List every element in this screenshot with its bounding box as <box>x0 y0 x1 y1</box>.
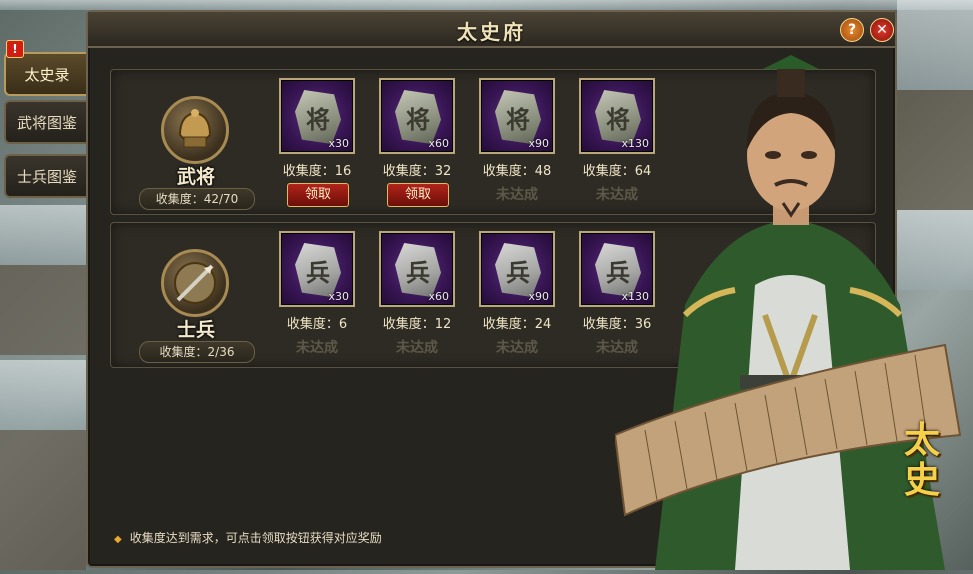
item-count: x90 <box>528 290 549 303</box>
not-achieved-label: 未达成 <box>296 340 338 356</box>
tab-general-codex[interactable]: 武将图鉴 <box>4 100 88 144</box>
help-button[interactable]: ? <box>840 18 864 42</box>
reward-item[interactable]: 将 x30 <box>279 78 355 154</box>
requirement-label: 收集度：32 <box>382 164 452 179</box>
category-name: 武将 <box>176 166 215 188</box>
requirement-label: 收集度：6 <box>286 317 348 332</box>
item-count: x90 <box>528 137 549 150</box>
reward-slot: 将 x60 收集度：32 领取 <box>375 70 475 210</box>
footer-hint: ◆ 收集度达到需求，可点击领取按钮获得对应奖励 <box>114 529 382 546</box>
category-name: 士兵 <box>176 319 215 341</box>
window-title: 太史府 <box>457 20 526 44</box>
token-glyph: 将 <box>506 105 530 134</box>
reward-slot: 兵 x30 收集度：6 未达成 <box>275 223 375 363</box>
not-achieved-label: 未达成 <box>496 187 538 203</box>
reward-item[interactable]: 将 x90 <box>479 78 555 154</box>
token-glyph: 将 <box>406 105 430 134</box>
requirement-label: 收集度：12 <box>382 317 452 332</box>
diamond-bullet-icon: ◆ <box>114 534 122 545</box>
not-achieved-label: 未达成 <box>396 340 438 356</box>
reward-item[interactable]: 兵 x60 <box>379 231 455 307</box>
reward-slot: 将 x30 收集度：16 领取 <box>275 70 375 210</box>
claim-button[interactable]: 领取 <box>287 183 349 207</box>
not-achieved-label: 未达成 <box>496 340 538 356</box>
close-button[interactable]: ✕ <box>870 18 894 42</box>
category-progress: 收集度：2/36 <box>139 341 255 363</box>
token-glyph: 将 <box>306 105 330 134</box>
item-count: x30 <box>328 290 349 303</box>
item-count: x60 <box>428 290 449 303</box>
title-bar: 太史府 ? ✕ <box>88 12 895 48</box>
category-progress: 收集度：42/70 <box>139 188 255 210</box>
tab-soldier-codex[interactable]: 士兵图鉴 <box>4 154 88 198</box>
item-count: x60 <box>428 137 449 150</box>
reward-item[interactable]: 兵 x30 <box>279 231 355 307</box>
item-count: x30 <box>328 137 349 150</box>
reward-slot: 兵 x90 收集度：24 未达成 <box>475 223 575 363</box>
tab-alert-badge: ! <box>6 40 24 58</box>
footer-hint-text: 收集度达到需求，可点击领取按钮获得对应奖励 <box>129 531 382 545</box>
tab-history-record[interactable]: 太史录 <box>4 52 88 96</box>
character-seal: 太史 <box>904 419 941 501</box>
claim-button[interactable]: 领取 <box>387 183 449 207</box>
reward-item[interactable]: 兵 x90 <box>479 231 555 307</box>
token-glyph: 兵 <box>406 258 430 287</box>
question-icon: ? <box>847 22 857 38</box>
token-glyph: 兵 <box>506 258 530 287</box>
reward-slot: 兵 x60 收集度：12 未达成 <box>375 223 475 363</box>
token-glyph: 兵 <box>306 258 330 287</box>
close-icon: ✕ <box>876 22 888 38</box>
requirement-label: 收集度：24 <box>482 317 552 332</box>
soldier-shield-icon <box>161 249 229 317</box>
general-helmet-icon <box>161 96 229 164</box>
reward-item[interactable]: 将 x60 <box>379 78 455 154</box>
requirement-label: 收集度：16 <box>282 164 352 179</box>
reward-slot: 将 x90 收集度：48 未达成 <box>475 70 575 210</box>
requirement-label: 收集度：48 <box>482 164 552 179</box>
